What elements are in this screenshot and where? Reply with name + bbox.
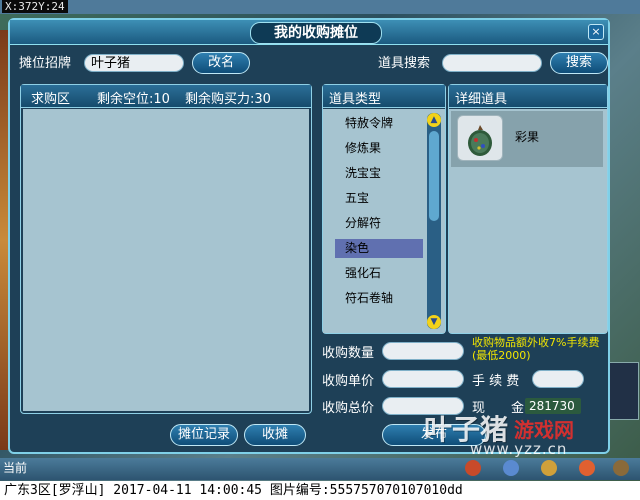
publish-button[interactable]: 发布: [382, 424, 486, 446]
detail-item-row[interactable]: 彩果: [451, 111, 603, 167]
tray-icon-4[interactable]: [579, 460, 595, 476]
stall-sign-label: 摊位招牌: [19, 56, 72, 71]
fee-note-line2: (最低2000): [472, 349, 531, 362]
scroll-down-icon[interactable]: ▼: [427, 315, 441, 329]
category-item[interactable]: 五宝: [335, 189, 423, 208]
tray-icon-2[interactable]: [503, 460, 519, 476]
screenshot-caption: 广东3区[罗浮山] 2017-04-11 14:00:45 图片编号:55575…: [0, 481, 640, 500]
scroll-up-icon[interactable]: ▲: [427, 113, 441, 127]
item-search-label: 道具搜索: [378, 56, 431, 71]
cash-value: 281730: [525, 398, 581, 414]
total-price-label: 收购总价: [322, 401, 375, 416]
category-item[interactable]: 符石卷轴: [335, 289, 423, 308]
top-hud-strip: [0, 0, 640, 14]
stall-sign-field[interactable]: 叶子猪: [84, 54, 184, 72]
category-item[interactable]: 修炼果: [335, 139, 423, 158]
purchase-area-panel: 求购区 剩余空位:10 剩余购买力:30: [20, 84, 312, 414]
fruit-icon[interactable]: [457, 115, 503, 161]
tray-icon-3[interactable]: [541, 460, 557, 476]
coordinate-readout: X:372Y:24: [2, 0, 68, 13]
unit-price-input[interactable]: [382, 370, 464, 388]
remaining-slots-text: 剩余空位:10: [97, 92, 170, 107]
detail-panel: 详细道具 彩果: [448, 84, 608, 334]
chat-channel-label[interactable]: 当前: [0, 459, 63, 477]
search-button[interactable]: 搜索: [550, 52, 608, 74]
detail-item-name: 彩果: [515, 130, 540, 144]
detail-title: 详细道具: [455, 92, 508, 107]
dialog-titlebar[interactable]: 我的收购摊位 ×: [10, 20, 608, 45]
fee-label: 手 续 费: [472, 374, 520, 389]
purchase-area-header: 求购区 剩余空位:10 剩余购买力:30: [21, 85, 311, 108]
tray-icon-1[interactable]: [465, 460, 481, 476]
item-search-input[interactable]: [442, 54, 542, 72]
remaining-power-text: 剩余购买力:30: [185, 92, 271, 107]
system-tray: [455, 457, 640, 479]
quantity-input[interactable]: [382, 342, 464, 360]
detail-list: 彩果: [449, 109, 607, 333]
quantity-label: 收购数量: [322, 346, 375, 361]
category-item[interactable]: 特赦令牌: [335, 114, 423, 133]
unit-price-label: 收购单价: [322, 374, 375, 389]
close-stall-button[interactable]: 收摊: [244, 424, 306, 446]
category-header: 道具类型: [323, 85, 445, 108]
purchase-stall-dialog: 我的收购摊位 × 摊位招牌 叶子猪 改名 道具搜索 搜索 求购区 剩余空位:10…: [8, 18, 610, 454]
close-icon[interactable]: ×: [588, 24, 604, 40]
purchase-area-title: 求购区: [31, 92, 71, 107]
purchase-list[interactable]: [23, 109, 309, 411]
category-scrollbar[interactable]: ▲ ▼: [427, 113, 441, 329]
detail-header: 详细道具: [449, 85, 607, 108]
dialog-title: 我的收购摊位: [250, 22, 382, 44]
category-item[interactable]: 分解符: [335, 214, 423, 233]
category-item[interactable]: 强化石: [335, 264, 423, 283]
category-item-selected[interactable]: 染色: [335, 239, 423, 258]
cash-label-1: 现: [472, 401, 486, 416]
fee-field: [532, 370, 584, 388]
category-list: 特赦令牌 修炼果 洗宝宝 五宝 分解符 染色 强化石 符石卷轴 ▲ ▼: [323, 109, 445, 333]
fee-note-line1: 收购物品额外收7%手续费: [472, 336, 600, 349]
stall-record-button[interactable]: 摊位记录: [170, 424, 238, 446]
category-panel: 道具类型 特赦令牌 修炼果 洗宝宝 五宝 分解符 染色 强化石 符石卷轴 ▲ ▼: [322, 84, 446, 334]
category-item[interactable]: 洗宝宝: [335, 164, 423, 183]
rename-button[interactable]: 改名: [192, 52, 250, 74]
category-title: 道具类型: [329, 92, 382, 107]
tray-icon-5[interactable]: [613, 460, 629, 476]
scroll-thumb[interactable]: [429, 131, 439, 221]
total-price-field: [382, 397, 464, 415]
cash-label-2: 金: [511, 401, 525, 416]
